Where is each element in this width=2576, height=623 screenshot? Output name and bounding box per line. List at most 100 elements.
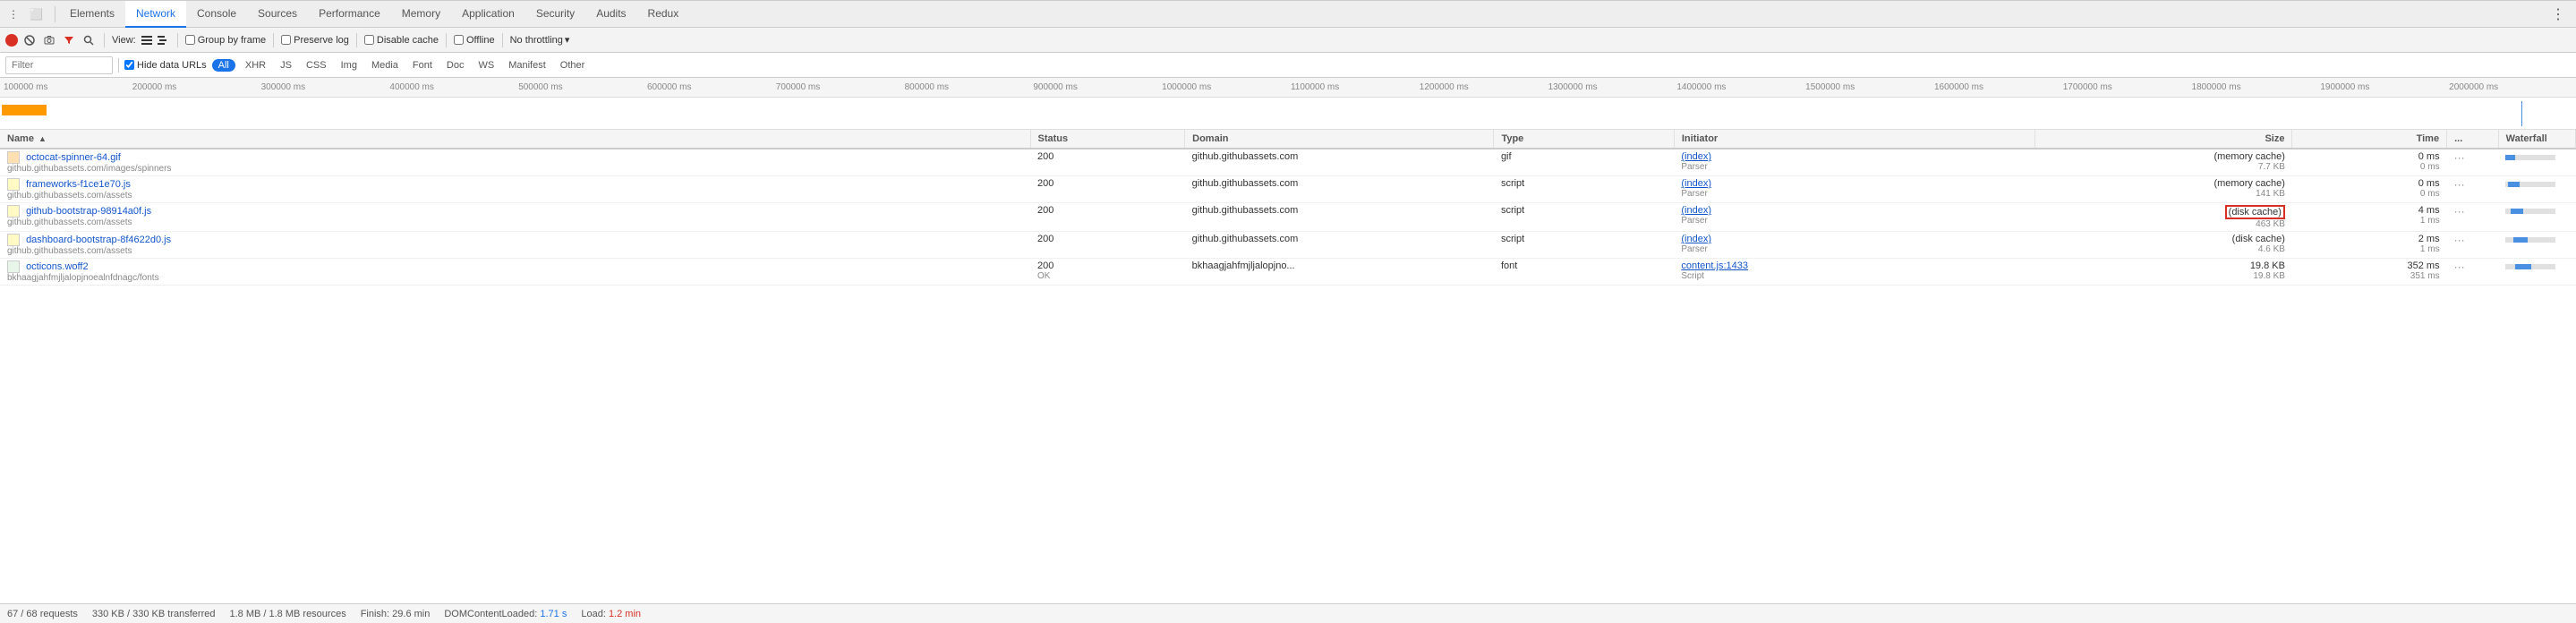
tab-sources[interactable]: Sources bbox=[247, 1, 308, 28]
filter-xhr-btn[interactable]: XHR bbox=[241, 58, 270, 73]
group-by-frame-label[interactable]: Group by frame bbox=[185, 35, 266, 46]
row-menu-btn[interactable]: ··· bbox=[2454, 260, 2465, 273]
search-button[interactable] bbox=[81, 32, 97, 48]
filter-js-btn[interactable]: JS bbox=[276, 58, 296, 73]
time-sub: 1 ms bbox=[2299, 244, 2440, 254]
table-row[interactable]: frameworks-f1ce1e70.js github.githubasse… bbox=[0, 176, 2576, 203]
initiator-link[interactable]: (index) bbox=[1681, 151, 1711, 162]
filter-button[interactable] bbox=[61, 32, 77, 48]
col-header-size[interactable]: Size bbox=[2034, 130, 2292, 149]
record-button[interactable] bbox=[5, 34, 18, 47]
tab-memory[interactable]: Memory bbox=[391, 1, 451, 28]
table-row[interactable]: github-bootstrap-98914a0f.js github.gith… bbox=[0, 203, 2576, 232]
cell-time: 0 ms 0 ms bbox=[2292, 149, 2447, 176]
tab-elements[interactable]: Elements bbox=[59, 1, 125, 28]
initiator-link[interactable]: content.js:1433 bbox=[1681, 260, 1748, 271]
tab-audits[interactable]: Audits bbox=[585, 1, 636, 28]
filter-media-btn[interactable]: Media bbox=[367, 58, 403, 73]
disable-cache-checkbox[interactable] bbox=[364, 35, 374, 45]
disable-cache-label[interactable]: Disable cache bbox=[364, 35, 439, 46]
network-table[interactable]: Name ▲ Status Domain Type Initiator Size… bbox=[0, 130, 2576, 603]
file-name[interactable]: github-bootstrap-98914a0f.js bbox=[26, 206, 151, 217]
cell-dots: ··· bbox=[2447, 232, 2499, 259]
table-row[interactable]: dashboard-bootstrap-8f4622d0.js github.g… bbox=[0, 232, 2576, 259]
filter-img-btn[interactable]: Img bbox=[337, 58, 362, 73]
cell-initiator: (index) Parser bbox=[1674, 149, 2034, 176]
tick-11: 1200000 ms bbox=[1418, 82, 1547, 92]
filter-all-btn[interactable]: All bbox=[212, 59, 235, 72]
col-header-domain[interactable]: Domain bbox=[1185, 130, 1494, 149]
initiator-link[interactable]: (index) bbox=[1681, 205, 1711, 216]
tab-overflow-btn[interactable]: ⋮ bbox=[2544, 2, 2572, 27]
cell-type: font bbox=[1494, 259, 1674, 286]
filter-doc-btn[interactable]: Doc bbox=[442, 58, 469, 73]
filter-input[interactable] bbox=[5, 56, 113, 74]
load-link[interactable]: 1.2 min bbox=[609, 609, 641, 619]
preserve-log-label[interactable]: Preserve log bbox=[281, 35, 349, 46]
row-menu-btn[interactable]: ··· bbox=[2454, 205, 2465, 218]
table-row[interactable]: octicons.woff2 bkhaagjahfmjljalopjnoealn… bbox=[0, 259, 2576, 286]
row-menu-btn[interactable]: ··· bbox=[2454, 234, 2465, 246]
time-main: 4 ms bbox=[2299, 205, 2440, 216]
col-header-waterfall[interactable]: Waterfall bbox=[2498, 130, 2575, 149]
group-by-frame-checkbox[interactable] bbox=[185, 35, 195, 45]
devtools-menu-btn[interactable]: ⋮ bbox=[4, 6, 23, 22]
col-header-name[interactable]: Name ▲ bbox=[0, 130, 1030, 149]
col-header-initiator[interactable]: Initiator bbox=[1674, 130, 2034, 149]
cell-size: (memory cache)141 KB bbox=[2034, 176, 2292, 203]
tab-application[interactable]: Application bbox=[451, 1, 525, 28]
throttling-select[interactable]: No throttling ▾ bbox=[510, 34, 570, 46]
initiator-link[interactable]: (index) bbox=[1681, 178, 1711, 189]
view-tree-icon[interactable] bbox=[156, 33, 170, 47]
filter-manifest-btn[interactable]: Manifest bbox=[504, 58, 550, 73]
offline-checkbox[interactable] bbox=[454, 35, 464, 45]
file-name[interactable]: frameworks-f1ce1e70.js bbox=[26, 179, 131, 190]
network-toolbar: View: Group by frame Preserve log Disabl… bbox=[0, 28, 2576, 53]
cell-initiator: (index) Parser bbox=[1674, 232, 2034, 259]
devtools-dock-btn[interactable]: ⬜ bbox=[25, 6, 47, 22]
dom-content-link[interactable]: 1.71 s bbox=[540, 609, 567, 619]
row-menu-btn[interactable]: ··· bbox=[2454, 151, 2465, 164]
tab-security[interactable]: Security bbox=[525, 1, 585, 28]
initiator-link[interactable]: (index) bbox=[1681, 234, 1711, 244]
col-header-type[interactable]: Type bbox=[1494, 130, 1674, 149]
cell-domain: github.githubassets.com bbox=[1185, 149, 1494, 176]
status-code: 200 bbox=[1037, 260, 1053, 271]
filter-ws-btn[interactable]: WS bbox=[473, 58, 499, 73]
cell-name: github-bootstrap-98914a0f.js github.gith… bbox=[0, 203, 1030, 232]
filter-css-btn[interactable]: CSS bbox=[302, 58, 331, 73]
col-header-dots[interactable]: ... bbox=[2447, 130, 2499, 149]
clear-button[interactable] bbox=[21, 32, 38, 48]
preserve-log-checkbox[interactable] bbox=[281, 35, 291, 45]
view-label: View: bbox=[112, 35, 136, 46]
cell-status: 200 bbox=[1030, 232, 1185, 259]
offline-label[interactable]: Offline bbox=[454, 35, 495, 46]
row-menu-btn[interactable]: ··· bbox=[2454, 178, 2465, 191]
initiator-sub: Parser bbox=[1681, 162, 2027, 172]
tick-15: 1600000 ms bbox=[1932, 82, 2061, 92]
filter-other-btn[interactable]: Other bbox=[556, 58, 590, 73]
filter-font-btn[interactable]: Font bbox=[408, 58, 437, 73]
file-name[interactable]: octocat-spinner-64.gif bbox=[26, 152, 121, 163]
tab-redux[interactable]: Redux bbox=[637, 1, 690, 28]
hide-data-urls-checkbox[interactable] bbox=[124, 60, 134, 70]
clear-icon bbox=[24, 35, 35, 46]
toolbar-sep-6 bbox=[502, 33, 503, 47]
table-row[interactable]: octocat-spinner-64.gif github.githubasse… bbox=[0, 149, 2576, 176]
cell-name: dashboard-bootstrap-8f4622d0.js github.g… bbox=[0, 232, 1030, 259]
timeline-orange-bar bbox=[2, 105, 47, 115]
tab-network[interactable]: Network bbox=[125, 1, 186, 28]
hide-data-urls-text: Hide data URLs bbox=[137, 60, 207, 71]
status-text: OK bbox=[1037, 271, 1178, 281]
file-name[interactable]: octicons.woff2 bbox=[26, 261, 89, 272]
file-name[interactable]: dashboard-bootstrap-8f4622d0.js bbox=[26, 235, 171, 245]
view-list-icon[interactable] bbox=[140, 33, 154, 47]
tab-performance[interactable]: Performance bbox=[308, 1, 391, 28]
col-header-time[interactable]: Time bbox=[2292, 130, 2447, 149]
hide-data-urls-label[interactable]: Hide data URLs bbox=[124, 60, 207, 71]
camera-button[interactable] bbox=[41, 32, 57, 48]
file-icon bbox=[7, 260, 20, 273]
timeline-chart[interactable] bbox=[0, 98, 2576, 130]
tab-console[interactable]: Console bbox=[186, 1, 247, 28]
col-header-status[interactable]: Status bbox=[1030, 130, 1185, 149]
